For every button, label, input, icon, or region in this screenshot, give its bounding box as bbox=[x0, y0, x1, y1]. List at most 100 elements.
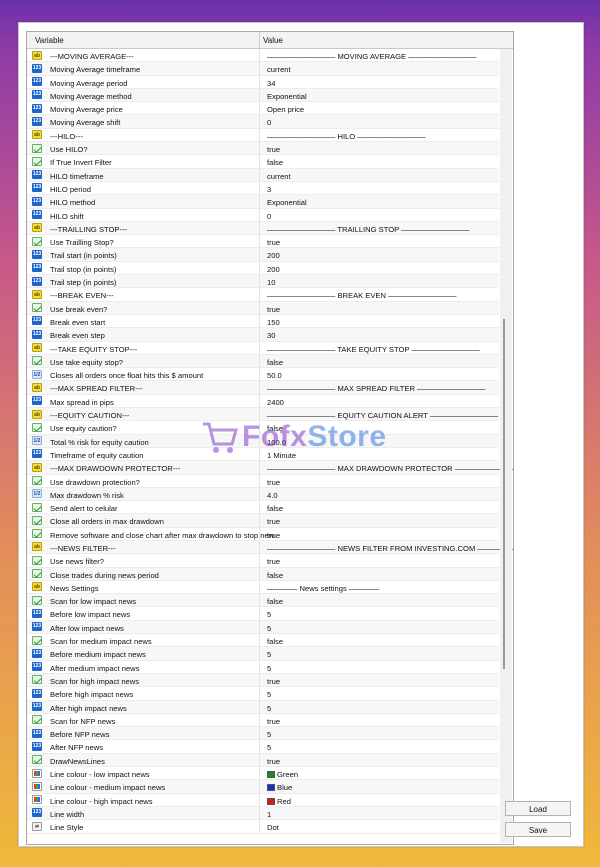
parameter-row[interactable]: 123 After NFP news 5 bbox=[27, 740, 499, 754]
parameter-value[interactable]: Green bbox=[267, 770, 298, 779]
parameter-value[interactable]: 200 bbox=[267, 251, 280, 260]
parameter-value[interactable]: ————————— HILO ————————— bbox=[267, 132, 426, 141]
parameter-row[interactable]: 123 Moving Average shift 0 bbox=[27, 115, 499, 129]
parameter-row[interactable]: ab ---MOVING AVERAGE--- ————————— MOVING A… bbox=[27, 49, 499, 63]
parameter-row[interactable]: ab ---BREAK EVEN--- ————————— BREAK EVEN —… bbox=[27, 288, 499, 302]
parameter-value[interactable]: 5 bbox=[267, 610, 271, 619]
parameter-value[interactable]: 5 bbox=[267, 664, 271, 673]
parameter-value[interactable]: Open price bbox=[267, 105, 304, 114]
column-header-value[interactable]: Value bbox=[263, 36, 283, 45]
parameter-row[interactable]: DrawNewsLines true bbox=[27, 753, 499, 768]
parameter-value[interactable]: Blue bbox=[267, 783, 292, 792]
parameter-row[interactable]: Scan for NFP news true bbox=[27, 713, 499, 728]
parameter-value[interactable]: true bbox=[267, 677, 280, 686]
parameter-value[interactable]: 4.0 bbox=[267, 491, 278, 500]
parameter-row[interactable]: ab ---MAX SPREAD FILTER--- ————————— MAX S… bbox=[27, 381, 499, 395]
parameter-row[interactable]: Use take equity stop? false bbox=[27, 354, 499, 369]
parameter-row[interactable]: ab ---NEWS FILTER--- ————————— NEWS FILTER… bbox=[27, 540, 513, 555]
parameter-row[interactable]: 123 Timeframe of equity caution 1 Minute bbox=[27, 447, 499, 462]
parameter-value[interactable]: current bbox=[267, 172, 291, 181]
parameter-row[interactable]: 123 Break even start 150 bbox=[27, 314, 499, 329]
parameter-value[interactable]: ————————— BREAK EVEN ————————— bbox=[267, 291, 456, 300]
parameter-value[interactable]: 100.0 bbox=[267, 438, 286, 447]
parameter-value[interactable]: 34 bbox=[267, 79, 275, 88]
parameter-row[interactable]: Use news filter? true bbox=[27, 554, 499, 568]
vertical-scrollbar[interactable] bbox=[500, 49, 512, 843]
parameter-row[interactable]: 123 Moving Average period 34 bbox=[27, 75, 499, 89]
parameter-row[interactable]: 123 After medium impact news 5 bbox=[27, 660, 499, 674]
parameter-value[interactable]: ————————— NEWS FILTER FROM INVESTING.COM… bbox=[267, 544, 513, 553]
parameter-value[interactable]: 50.0 bbox=[267, 371, 282, 380]
parameter-row[interactable]: 123 HILO shift 0 bbox=[27, 208, 499, 222]
parameter-row[interactable]: Use HILO? true bbox=[27, 142, 499, 156]
parameter-value[interactable]: 0 bbox=[267, 118, 271, 127]
parameter-value[interactable]: 200 bbox=[267, 265, 280, 274]
parameter-row[interactable]: Use Trailling Stop? true bbox=[27, 235, 499, 249]
parameter-row[interactable]: ab News Settings ———— News settings ———— bbox=[27, 580, 499, 595]
save-button[interactable]: Save bbox=[505, 822, 571, 837]
parameter-value[interactable]: Exponential bbox=[267, 92, 307, 101]
parameter-row[interactable]: 123 Before low impact news 5 bbox=[27, 607, 499, 621]
parameter-row[interactable]: 123 HILO method Exponential bbox=[27, 195, 499, 209]
parameter-value[interactable]: 3 bbox=[267, 185, 271, 194]
parameter-value[interactable]: 10 bbox=[267, 278, 275, 287]
parameter-row[interactable]: Close all orders in max drawdown true bbox=[27, 514, 499, 528]
parameter-value[interactable]: ————————— MAX SPREAD FILTER ————————— bbox=[267, 384, 485, 393]
parameter-value[interactable]: false bbox=[267, 358, 283, 367]
column-header-variable[interactable]: Variable bbox=[35, 36, 64, 45]
parameter-value[interactable]: false bbox=[267, 597, 283, 606]
parameter-value[interactable]: ————————— TAKE EQUITY STOP ————————— bbox=[267, 345, 480, 354]
parameter-value[interactable]: ————————— TRAILLING STOP ————————— bbox=[267, 225, 470, 234]
parameter-value[interactable]: ———— News settings ———— bbox=[267, 584, 379, 593]
parameter-row[interactable]: Line colour - medium impact news Blue bbox=[27, 780, 499, 794]
parameter-row[interactable]: Use equity caution? false bbox=[27, 421, 499, 435]
parameter-row[interactable]: 123 Before high impact news 5 bbox=[27, 687, 499, 701]
parameter-row[interactable]: Scan for low impact news false bbox=[27, 594, 499, 608]
parameter-value[interactable]: true bbox=[267, 531, 280, 540]
parameter-value[interactable]: true bbox=[267, 517, 280, 526]
parameter-value[interactable]: 30 bbox=[267, 331, 275, 340]
parameter-row[interactable]: 123 HILO period 3 bbox=[27, 181, 499, 196]
parameter-row[interactable]: Close trades during news period false bbox=[27, 567, 499, 581]
parameter-value[interactable]: true bbox=[267, 478, 280, 487]
parameter-value[interactable]: 5 bbox=[267, 730, 271, 739]
parameter-row[interactable]: ab ---HILO--- ————————— HILO ————————— bbox=[27, 128, 499, 143]
parameter-row[interactable]: 123 After high impact news 5 bbox=[27, 700, 499, 714]
parameter-value[interactable]: false bbox=[267, 504, 283, 513]
parameter-row[interactable]: 123 Trail stop (in points) 200 bbox=[27, 261, 499, 276]
parameter-row[interactable]: 1/2 Total % risk for equity caution 100.0 bbox=[27, 434, 499, 448]
parameter-value[interactable]: 0 bbox=[267, 212, 271, 221]
parameter-row[interactable]: 123 Before medium impact news 5 bbox=[27, 647, 499, 661]
parameter-row[interactable]: Scan for high impact news true bbox=[27, 673, 499, 688]
parameter-row[interactable]: ab ---MAX DRAWDOWN PROTECTOR--- ————————— … bbox=[27, 461, 513, 475]
parameter-row[interactable]: 123 Trail start (in points) 200 bbox=[27, 248, 499, 262]
parameter-row[interactable]: 123 Before NFP news 5 bbox=[27, 727, 499, 741]
parameter-value[interactable]: false bbox=[267, 158, 283, 167]
parameter-row[interactable]: 1/2 Max drawdown % risk 4.0 bbox=[27, 487, 499, 502]
parameter-row[interactable]: Send alert to celular false bbox=[27, 501, 499, 515]
parameter-row[interactable]: Line colour - high impact news Red bbox=[27, 793, 499, 807]
parameter-row[interactable]: If True Invert Filter false bbox=[27, 155, 499, 169]
parameter-row[interactable]: ab ---TAKE EQUITY STOP--- ————————— TAKE E… bbox=[27, 341, 499, 355]
parameter-value[interactable]: 5 bbox=[267, 624, 271, 633]
parameter-value[interactable]: false bbox=[267, 424, 283, 433]
parameter-row[interactable]: 123 Moving Average method Exponential bbox=[27, 88, 499, 103]
scrollbar-thumb[interactable] bbox=[503, 319, 505, 669]
parameter-row[interactable]: 123 Trail step (in points) 10 bbox=[27, 275, 499, 289]
parameter-value[interactable]: 5 bbox=[267, 690, 271, 699]
parameter-value[interactable]: true bbox=[267, 145, 280, 154]
parameter-value[interactable]: ————————— MAX DRAWDOWN PROTECTOR ———————… bbox=[267, 464, 513, 473]
parameter-value[interactable]: true bbox=[267, 557, 280, 566]
parameter-value[interactable]: 1 Minute bbox=[267, 451, 296, 460]
parameter-row[interactable]: 1/2 Closes all orders once float hits thi… bbox=[27, 368, 499, 382]
parameter-row[interactable]: Line colour - low impact news Green bbox=[27, 767, 499, 781]
parameter-value[interactable]: true bbox=[267, 238, 280, 247]
column-divider[interactable] bbox=[259, 32, 260, 48]
parameter-row[interactable]: Scan for medium impact news false bbox=[27, 634, 499, 648]
parameter-value[interactable]: Exponential bbox=[267, 198, 307, 207]
parameter-value[interactable]: true bbox=[267, 305, 280, 314]
parameter-row[interactable]: ab ---EQUITY CAUTION--- ————————— EQUITY C… bbox=[27, 408, 499, 422]
parameter-row[interactable]: Use break even? true bbox=[27, 301, 499, 315]
parameter-value[interactable]: true bbox=[267, 717, 280, 726]
parameter-value[interactable]: false bbox=[267, 571, 283, 580]
